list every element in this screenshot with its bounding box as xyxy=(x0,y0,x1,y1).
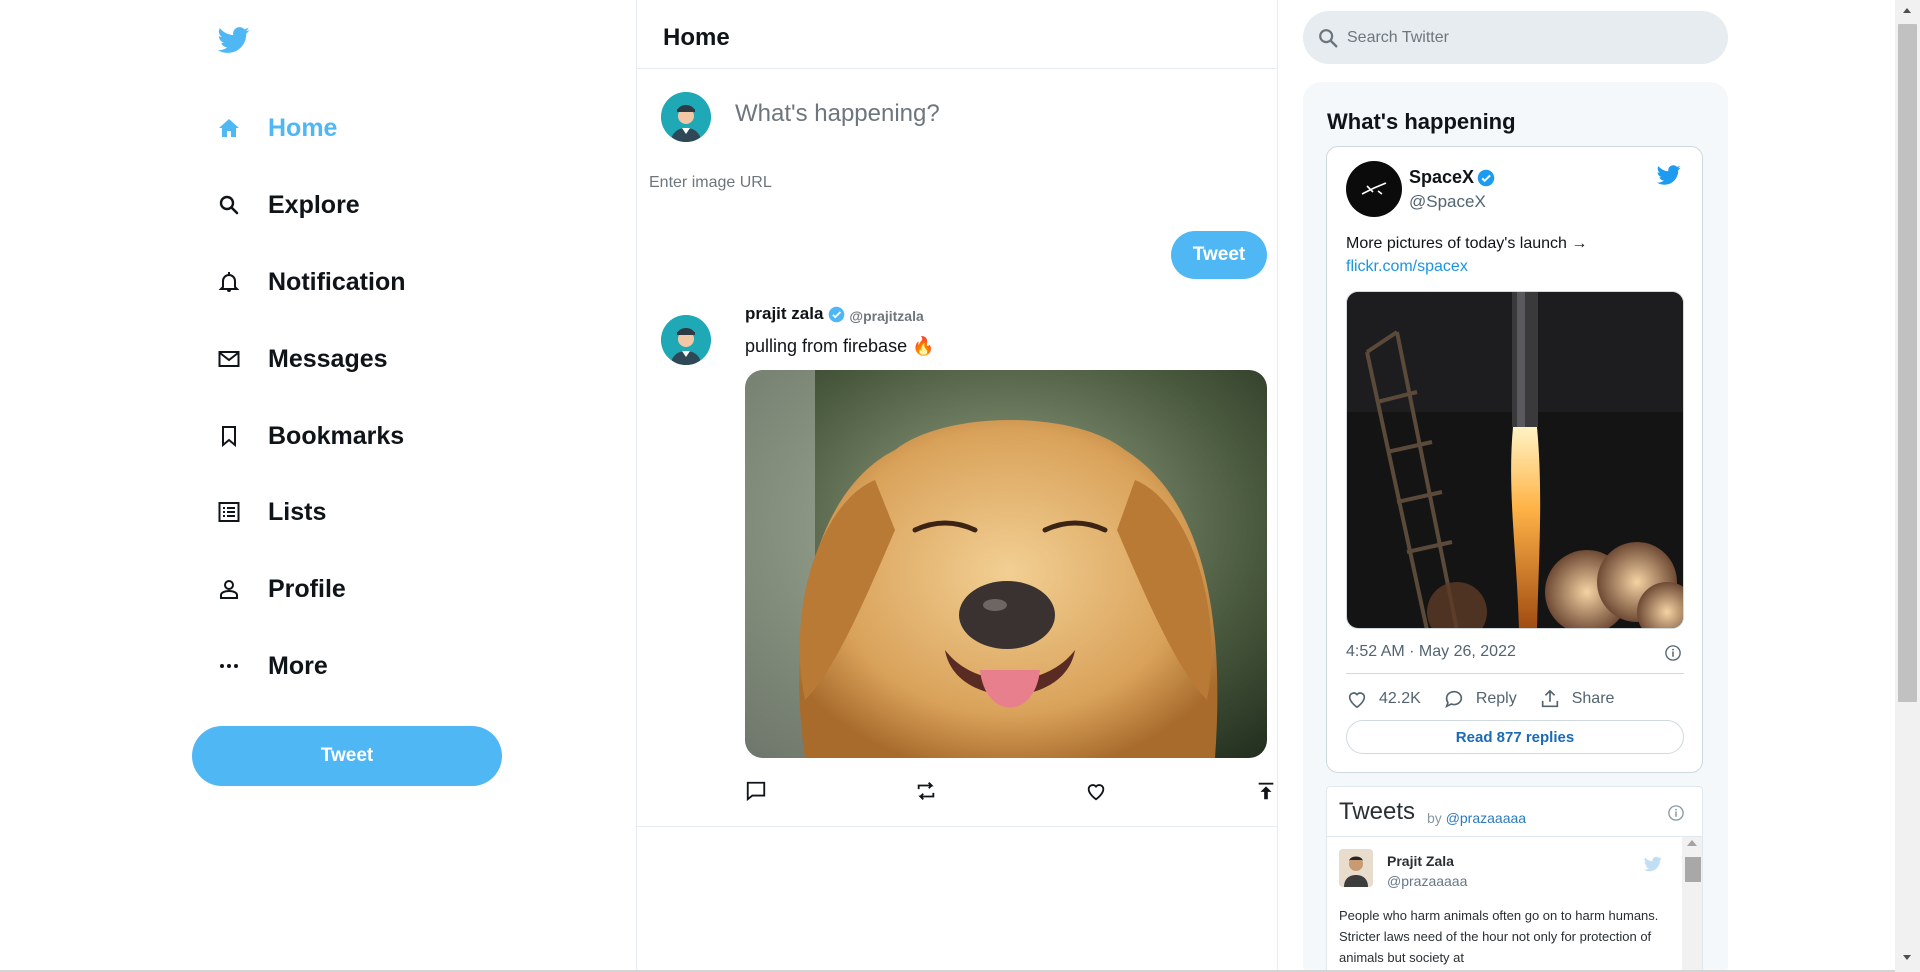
reply-label: Reply xyxy=(1475,690,1517,707)
sidebar-item-profile[interactable]: Profile xyxy=(215,569,346,609)
embed-share-button[interactable]: Share xyxy=(1539,688,1615,710)
verified-badge-icon xyxy=(1477,169,1495,187)
embed-link[interactable]: flickr.com/spacex xyxy=(1346,258,1468,275)
bell-icon xyxy=(215,268,243,296)
post-avatar[interactable] xyxy=(661,315,711,365)
info-icon[interactable] xyxy=(1667,804,1685,827)
list-icon xyxy=(215,498,243,526)
feed-header: Home xyxy=(637,0,1277,69)
search-input[interactable] xyxy=(1347,28,1707,47)
sidebar-item-lists[interactable]: Lists xyxy=(215,492,326,532)
search-icon xyxy=(1317,27,1339,49)
sidebar-item-label: Notification xyxy=(268,267,406,296)
widget-title: What's happening xyxy=(1327,109,1516,134)
timeline-scrollbar[interactable] xyxy=(1682,837,1702,972)
publish-icon[interactable] xyxy=(1253,778,1279,804)
embed-like-button[interactable]: 42.2K xyxy=(1346,688,1421,710)
spacex-avatar[interactable] xyxy=(1346,161,1402,217)
compose-input[interactable] xyxy=(735,100,1235,128)
sidebar-item-explore[interactable]: Explore xyxy=(215,185,360,225)
post-text: pulling from firebase 🔥 xyxy=(745,336,935,356)
retweet-icon[interactable] xyxy=(913,778,939,804)
window-scrollbar[interactable] xyxy=(1895,0,1920,972)
heart-icon xyxy=(1346,688,1368,710)
sidebar-item-label: Explore xyxy=(268,190,360,219)
timeline-header: Tweets by @prazaaaaa xyxy=(1327,787,1702,837)
sidebar-item-messages[interactable]: Messages xyxy=(215,339,388,379)
search-icon xyxy=(215,191,243,219)
compose-tweet-button[interactable]: Tweet xyxy=(1171,231,1267,279)
feed: Home Tweet prajit zala xyxy=(636,0,1278,972)
timeline-by-handle[interactable]: @prazaaaaa xyxy=(1446,810,1526,826)
embed-reply-button[interactable]: Reply xyxy=(1443,688,1517,710)
embed-timestamp[interactable]: 4:52 AM · May 26, 2022 xyxy=(1346,643,1516,661)
scroll-thumb[interactable] xyxy=(1898,24,1917,702)
like-icon[interactable] xyxy=(1083,778,1109,804)
scroll-up-arrow-icon[interactable] xyxy=(1687,840,1697,846)
sidebar-item-label: Profile xyxy=(268,574,346,603)
embed-text: More pictures of today's launch → flickr… xyxy=(1346,232,1686,278)
home-icon xyxy=(215,114,243,142)
like-count: 42.2K xyxy=(1379,690,1421,707)
timeline-by-prefix: by xyxy=(1427,810,1442,826)
sidebar: Home Explore Notification Messages Bookm… xyxy=(0,0,636,972)
timeline-avatar[interactable] xyxy=(1339,849,1373,887)
timeline-tweet-text: People who harm animals often go on to h… xyxy=(1339,908,1659,965)
reply-icon xyxy=(1443,688,1465,710)
whats-happening-panel: What's happening SpaceX @SpaceX More pic… xyxy=(1303,82,1728,972)
timeline-by: by @prazaaaaa xyxy=(1427,810,1526,826)
share-icon xyxy=(1539,688,1561,710)
verified-badge-icon xyxy=(828,306,845,323)
sidebar-item-home[interactable]: Home xyxy=(215,108,337,148)
timeline-author-name[interactable]: Prajit Zala xyxy=(1387,853,1454,869)
search-box[interactable] xyxy=(1303,11,1728,64)
twitter-bird-icon[interactable] xyxy=(1655,163,1683,192)
more-icon xyxy=(215,652,243,680)
person-icon xyxy=(215,575,243,603)
post-username[interactable]: @prajitzala xyxy=(849,308,923,324)
sidebar-tweet-button[interactable]: Tweet xyxy=(192,726,502,786)
scroll-up-arrow-icon[interactable] xyxy=(1903,8,1911,13)
mail-icon xyxy=(215,345,243,373)
post-header: prajit zala @prajitzala xyxy=(745,304,924,324)
sidebar-item-label: Home xyxy=(268,113,338,142)
bookmark-icon xyxy=(215,422,243,450)
timeline-author-handle[interactable]: @prazaaaaa xyxy=(1387,873,1467,889)
sidebar-item-more[interactable]: More xyxy=(215,646,328,686)
timeline-widget: Tweets by @prazaaaaa Prajit Zala @prazaa… xyxy=(1326,786,1703,972)
sidebar-item-bookmarks[interactable]: Bookmarks xyxy=(215,416,404,456)
post-display-name[interactable]: prajit zala xyxy=(745,304,823,324)
page-title: Home xyxy=(663,24,730,51)
embed-stats: 42.2K Reply Share xyxy=(1346,688,1636,710)
divider xyxy=(1346,673,1684,674)
avatar[interactable] xyxy=(661,92,711,142)
sidebar-item-label: Messages xyxy=(268,344,388,373)
widgets: What's happening SpaceX @SpaceX More pic… xyxy=(1278,0,1898,972)
timeline-title: Tweets xyxy=(1339,798,1416,825)
embed-name-row: SpaceX xyxy=(1409,167,1495,188)
embed-author-name[interactable]: SpaceX xyxy=(1409,167,1474,188)
comment-icon[interactable] xyxy=(743,778,769,804)
sidebar-item-label: Lists xyxy=(268,497,327,526)
embed-author-handle[interactable]: @SpaceX xyxy=(1409,192,1486,212)
share-label: Share xyxy=(1571,690,1615,707)
sidebar-item-label: More xyxy=(268,651,328,680)
read-replies-button[interactable]: Read 877 replies xyxy=(1346,720,1684,754)
scroll-thumb[interactable] xyxy=(1685,857,1701,882)
sidebar-item-label: Bookmarks xyxy=(268,421,405,450)
image-url-input[interactable] xyxy=(649,174,1049,192)
sidebar-item-notification[interactable]: Notification xyxy=(215,262,406,302)
scroll-down-arrow-icon[interactable] xyxy=(1903,955,1911,960)
embedded-tweet[interactable]: SpaceX @SpaceX More pictures of today's … xyxy=(1326,146,1703,773)
rocket-launch-photo[interactable] xyxy=(1346,291,1684,629)
twitter-bird-icon[interactable] xyxy=(1643,855,1663,878)
embed-text-body: More pictures of today's launch → xyxy=(1346,235,1588,252)
twitter-bird-icon[interactable] xyxy=(217,24,250,56)
info-icon[interactable] xyxy=(1664,644,1682,667)
post: prajit zala @prajitzala pulling from fir… xyxy=(637,300,1277,827)
golden-retriever-photo[interactable] xyxy=(745,370,1267,758)
